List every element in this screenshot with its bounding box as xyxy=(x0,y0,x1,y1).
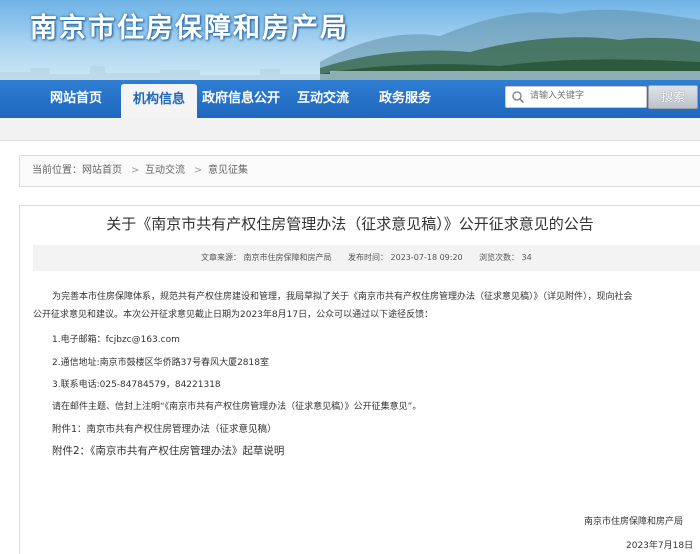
article-publish-time: 发布时间： 2023-07-18 09:20 xyxy=(348,253,463,262)
breadcrumb-interaction[interactable]: 互动交流 xyxy=(145,156,185,186)
article-paragraph: 为完善本市住房保障体系，规范共有产权住房建设和管理，我局草拟了关于《南京市共有产… xyxy=(52,292,633,302)
nav-item-interaction[interactable]: 互动交流 xyxy=(288,80,358,118)
search-box xyxy=(505,86,647,108)
article-paragraph: 公开征求意见和建议。本次公开征求意见截止日期为2023年8月17日，公众可以通过… xyxy=(33,310,434,320)
site-banner: 南京市住房保障和房产局 xyxy=(0,0,700,80)
site-title: 南京市住房保障和房产局 xyxy=(30,13,349,44)
nav-item-organization[interactable]: 机构信息 xyxy=(121,84,197,118)
article-title: 关于《南京市共有产权住房管理办法（征求意见稿）》公开征求意见的公告 xyxy=(106,215,594,233)
article-paragraph: 请在邮件主题、信封上注明“《南京市共有产权住房管理办法（征求意见稿）》公开征集意… xyxy=(52,402,422,412)
attachment-link-1[interactable]: 附件1：南京市共有产权住房管理办法（征求意见稿） xyxy=(52,421,277,438)
contact-email: 1.电子邮箱：fcjbzc@163.com xyxy=(52,335,180,345)
nav-item-services[interactable]: 政务服务 xyxy=(370,80,440,118)
nav-item-home[interactable]: 网站首页 xyxy=(40,80,112,118)
article-view-count: 浏览次数： 34 xyxy=(479,253,532,262)
article-meta: 文章来源： 南京市住房保障和房产局 发布时间： 2023-07-18 09:20… xyxy=(33,245,700,271)
breadcrumb-separator: > xyxy=(194,165,203,176)
sub-nav-bar xyxy=(0,118,700,141)
breadcrumb: 当前位置： 网站首页 > 互动交流 > 意见征集 xyxy=(19,155,700,187)
nav-item-gov-info[interactable]: 政府信息公开 xyxy=(200,80,282,118)
signature-date: 2023年7月18日 xyxy=(626,541,694,551)
breadcrumb-opinions[interactable]: 意见征集 xyxy=(208,156,248,186)
contact-address: 2.通信地址:南京市鼓楼区华侨路37号春风大厦2818室 xyxy=(52,358,269,368)
search-input[interactable] xyxy=(530,88,642,104)
article-source: 文章来源： 南京市住房保障和房产局 xyxy=(201,253,332,262)
breadcrumb-label: 当前位置： xyxy=(32,165,82,176)
contact-phone: 3.联系电话:025-84784579，84221318 xyxy=(52,380,221,390)
breadcrumb-separator: > xyxy=(131,165,140,176)
breadcrumb-home[interactable]: 网站首页 xyxy=(82,156,122,186)
city-skyline-image xyxy=(0,66,700,80)
attachment-link-2[interactable]: 附件2：《南京市共有产权住房管理办法》起草说明 xyxy=(52,443,284,460)
search-button[interactable]: 搜索 xyxy=(648,85,698,109)
signature-org: 南京市住房保障和房产局 xyxy=(584,517,684,527)
search-icon xyxy=(512,91,525,104)
